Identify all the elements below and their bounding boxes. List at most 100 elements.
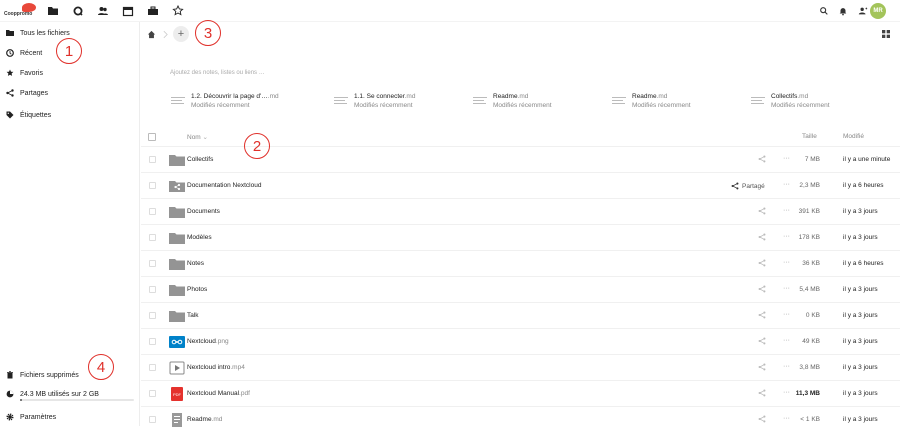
table-row[interactable]: Notes ··· 36 KB il y a 6 heures <box>141 250 900 276</box>
row-checkbox[interactable] <box>149 312 156 319</box>
contacts-icon[interactable] <box>96 4 110 18</box>
file-name[interactable]: Readme.md <box>187 416 222 423</box>
recent-file-card[interactable]: Readme.md Modifiés récemment <box>473 90 552 112</box>
new-button[interactable]: + <box>173 26 189 42</box>
file-name[interactable]: Documentation Nextcloud <box>187 182 261 189</box>
file-name[interactable]: Talk <box>187 312 199 319</box>
sidebar-item-settings[interactable]: Paramètres <box>6 410 56 424</box>
more-actions-icon[interactable]: ··· <box>783 233 790 240</box>
briefcase-icon[interactable] <box>146 4 160 18</box>
share-icon[interactable] <box>758 155 768 165</box>
file-size: 36 KB <box>802 260 820 267</box>
file-size: 7 MB <box>804 156 820 163</box>
table-row[interactable]: Nextcloud intro.mp4 ··· 3,8 MB il y a 3 jou… <box>141 354 900 380</box>
avatar[interactable]: MR <box>870 3 886 19</box>
grid-view-icon[interactable] <box>882 30 890 38</box>
recent-file-name: Collectifs.md <box>771 93 809 100</box>
shared-indicator[interactable]: Partagé <box>731 182 765 190</box>
file-modified: il y a 6 heures <box>843 260 884 267</box>
file-name[interactable]: Nextcloud Manual.pdf <box>187 390 250 397</box>
file-size: 11,3 MB <box>795 390 820 397</box>
logo[interactable]: Cooppromo <box>4 3 40 19</box>
column-modified[interactable]: Modifié <box>843 133 864 140</box>
file-size: 0 KB <box>805 312 820 319</box>
pie-chart-icon <box>6 390 14 398</box>
file-size: < 1 KB <box>800 416 820 423</box>
row-checkbox[interactable] <box>149 182 156 189</box>
search-icon[interactable] <box>71 4 85 18</box>
file-name[interactable]: Photos <box>187 286 207 293</box>
quota-progress-fill <box>20 399 23 401</box>
recent-file-card[interactable]: Collectifs.md Modifiés récemment <box>751 90 830 112</box>
share-icon[interactable] <box>758 259 768 269</box>
sidebar-item-all-files[interactable]: Tous les fichiers <box>6 26 70 40</box>
notes-placeholder[interactable]: Ajoutez des notes, listes ou liens … <box>170 70 265 76</box>
more-actions-icon[interactable]: ··· <box>783 415 790 422</box>
star-icon[interactable] <box>171 4 185 18</box>
files-icon[interactable] <box>46 4 60 18</box>
file-name[interactable]: Collectifs <box>187 156 213 163</box>
table-row[interactable]: Readme.md ··· < 1 KB il y a 3 jours <box>141 406 900 432</box>
select-all-checkbox[interactable] <box>148 133 156 141</box>
row-checkbox[interactable] <box>149 156 156 163</box>
share-icon[interactable] <box>758 363 768 373</box>
more-actions-icon[interactable]: ··· <box>783 285 790 292</box>
file-name[interactable]: Documents <box>187 208 220 215</box>
contacts-menu-icon[interactable] <box>856 4 870 18</box>
sidebar-item-deleted-files[interactable]: Fichiers supprimés <box>6 368 79 382</box>
row-checkbox[interactable] <box>149 338 156 345</box>
share-icon[interactable] <box>758 285 768 295</box>
sidebar-item-favorites[interactable]: Favoris <box>6 66 43 80</box>
sidebar-item-recent[interactable]: Récent <box>6 46 42 60</box>
file-modified: il y a 3 jours <box>843 234 878 241</box>
row-checkbox[interactable] <box>149 364 156 371</box>
sidebar-item-tags[interactable]: Étiquettes <box>6 108 51 122</box>
share-icon[interactable] <box>758 389 768 399</box>
annotation-marker: 4 <box>88 354 114 380</box>
recent-file-card[interactable]: 1.1. Se connecter.md Modifiés récemment <box>334 90 415 112</box>
row-checkbox[interactable] <box>149 260 156 267</box>
more-actions-icon[interactable]: ··· <box>783 207 790 214</box>
row-checkbox[interactable] <box>149 390 156 397</box>
more-actions-icon[interactable]: ··· <box>783 363 790 370</box>
table-row[interactable]: Talk ··· 0 KB il y a 3 jours <box>141 302 900 328</box>
sidebar-item-shares[interactable]: Partages <box>6 86 48 100</box>
column-name[interactable]: Nom ⌄ <box>187 133 208 141</box>
more-actions-icon[interactable]: ··· <box>783 311 790 318</box>
row-checkbox[interactable] <box>149 234 156 241</box>
table-row[interactable]: Nextcloud.png ··· 49 KB il y a 3 jours <box>141 328 900 354</box>
file-name[interactable]: Notes <box>187 260 204 267</box>
table-row[interactable]: PDF Nextcloud Manual.pdf ··· 11,3 MB il y a … <box>141 380 900 406</box>
recent-file-card[interactable]: 1.2. Découvrir la page d'….md Modifiés ré… <box>171 90 279 112</box>
folder-icon <box>169 152 185 168</box>
search-icon[interactable] <box>817 4 831 18</box>
share-icon[interactable] <box>758 311 768 321</box>
file-size: 178 KB <box>798 234 820 241</box>
file-name[interactable]: Nextcloud.png <box>187 338 229 345</box>
calendar-icon[interactable] <box>121 4 135 18</box>
table-row[interactable]: Modèles ··· 178 KB il y a 3 jours <box>141 224 900 250</box>
share-icon[interactable] <box>758 207 768 217</box>
table-row[interactable]: Documentation Nextcloud Partagé ··· 2,3 MB i… <box>141 172 900 198</box>
table-row[interactable]: Documents ··· 391 KB il y a 3 jours <box>141 198 900 224</box>
column-size[interactable]: Taille <box>802 133 817 140</box>
more-actions-icon[interactable]: ··· <box>783 259 790 266</box>
table-row[interactable]: Photos ··· 5,4 MB il y a 3 jours <box>141 276 900 302</box>
quota-progress-bar <box>20 399 134 401</box>
more-actions-icon[interactable]: ··· <box>783 389 790 396</box>
file-name[interactable]: Nextcloud intro.mp4 <box>187 364 245 371</box>
home-icon[interactable] <box>147 30 156 39</box>
row-checkbox[interactable] <box>149 286 156 293</box>
share-icon[interactable] <box>758 337 768 347</box>
logo-text: Cooppromo <box>4 11 33 17</box>
bell-icon[interactable] <box>836 4 850 18</box>
more-actions-icon[interactable]: ··· <box>783 337 790 344</box>
row-checkbox[interactable] <box>149 416 156 423</box>
more-actions-icon[interactable]: ··· <box>783 155 790 162</box>
share-icon[interactable] <box>758 415 768 425</box>
row-checkbox[interactable] <box>149 208 156 215</box>
file-name[interactable]: Modèles <box>187 234 212 241</box>
more-actions-icon[interactable]: ··· <box>783 181 790 188</box>
share-icon[interactable] <box>758 233 768 243</box>
recent-file-card[interactable]: Readme.md Modifiés récemment <box>612 90 691 112</box>
